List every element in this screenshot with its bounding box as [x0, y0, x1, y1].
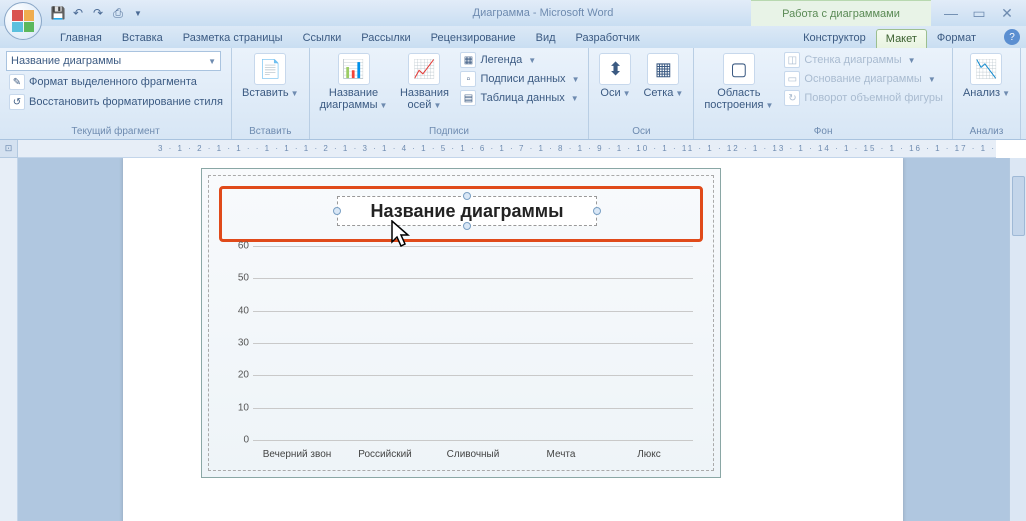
ribbon-tabs: Главная Вставка Разметка страницы Ссылки… — [0, 26, 1026, 48]
legend-icon: ▦ — [460, 52, 476, 68]
x-tick-label: Российский — [350, 449, 420, 460]
chart-element-selector[interactable]: Название диаграммы▼ — [6, 51, 221, 71]
resize-handle[interactable] — [463, 222, 471, 230]
rotate-icon: ↻ — [784, 90, 800, 106]
tab-design[interactable]: Конструктор — [793, 28, 876, 48]
help-icon[interactable]: ? — [1004, 29, 1020, 45]
bars-container — [253, 246, 693, 440]
format-selection-button[interactable]: ✎Формат выделенного фрагмента — [6, 73, 200, 91]
tab-review[interactable]: Рецензирование — [421, 28, 526, 48]
axis-title-icon: 📈 — [408, 53, 440, 85]
tab-references[interactable]: Ссылки — [293, 28, 352, 48]
axes-icon: ⬍ — [599, 53, 631, 85]
ruler-corner[interactable]: ⊡ — [0, 140, 18, 158]
close-button[interactable]: ✕ — [996, 5, 1018, 22]
insert-button[interactable]: 📄Вставить▼ — [238, 51, 303, 101]
page[interactable]: Название диаграммы 0102030405060 Вечерни… — [123, 158, 903, 521]
tab-layout[interactable]: Макет — [876, 29, 927, 48]
wall-icon: ◫ — [784, 52, 800, 68]
chart-title-editbox[interactable]: Название диаграммы — [337, 196, 597, 226]
insert-icon: 📄 — [254, 53, 286, 85]
minimize-button[interactable]: — — [940, 5, 962, 22]
tab-mailings[interactable]: Рассылки — [351, 28, 420, 48]
undo-icon[interactable]: ↶ — [70, 5, 86, 21]
analysis-button[interactable]: 📉Анализ▼ — [959, 51, 1014, 101]
legend-button[interactable]: ▦Легенда▼ — [457, 51, 582, 69]
y-tick: 20 — [238, 370, 249, 381]
y-tick: 0 — [243, 435, 249, 446]
tab-page-layout[interactable]: Разметка страницы — [173, 28, 293, 48]
chart-floor-button[interactable]: ▭Основание диаграммы▼ — [781, 70, 946, 88]
data-labels-icon: ▫ — [460, 71, 476, 87]
office-button[interactable] — [4, 2, 42, 40]
quick-access-toolbar: 💾 ↶ ↷ ⎙ ▼ — [50, 5, 146, 21]
data-labels-button[interactable]: ▫Подписи данных▼ — [457, 70, 582, 88]
group-label-background: Фон — [700, 125, 946, 137]
x-tick-label: Мечта — [526, 449, 596, 460]
grid-icon: ▦ — [647, 53, 679, 85]
qat-more-icon[interactable]: ▼ — [130, 5, 146, 21]
y-tick: 10 — [238, 402, 249, 413]
group-label-current: Текущий фрагмент — [6, 125, 225, 137]
chart-wall-button[interactable]: ◫Стенка диаграммы▼ — [781, 51, 946, 69]
chart-title-icon: 📊 — [338, 53, 370, 85]
resize-handle[interactable] — [593, 207, 601, 215]
horizontal-ruler[interactable]: 3 · 1 · 2 · 1 · 1 · · 1 · 1 · 1 · 2 · 1 … — [18, 140, 996, 158]
floor-icon: ▭ — [784, 71, 800, 87]
y-tick: 30 — [238, 338, 249, 349]
y-axis: 0102030405060 — [221, 246, 249, 440]
gridlines-button[interactable]: ▦Сетка▼ — [639, 51, 687, 101]
scroll-thumb[interactable] — [1012, 176, 1025, 236]
save-icon[interactable]: 💾 — [50, 5, 66, 21]
group-label-insert: Вставить — [238, 125, 303, 137]
x-axis: Вечерний звон Российский Сливочный Мечта Люк… — [253, 449, 693, 460]
maximize-button[interactable]: ▭ — [968, 5, 990, 22]
chart-title-text: Название диаграммы — [371, 201, 564, 222]
reset-icon: ↺ — [9, 94, 25, 110]
group-label-axes: Оси — [595, 125, 687, 137]
data-table-icon: ▤ — [460, 90, 476, 106]
x-tick-label: Сливочный — [438, 449, 508, 460]
tab-insert[interactable]: Вставка — [112, 28, 173, 48]
chart-object[interactable]: Название диаграммы 0102030405060 Вечерни… — [201, 168, 721, 478]
plot-area-button[interactable]: ▢Область построения▼ — [700, 51, 777, 113]
axes-button[interactable]: ⬍Оси▼ — [595, 51, 635, 101]
resize-handle[interactable] — [463, 192, 471, 200]
reset-style-button[interactable]: ↺Восстановить форматирование стиля — [6, 93, 226, 111]
format-icon: ✎ — [9, 74, 25, 90]
plot-area-icon: ▢ — [723, 53, 755, 85]
analysis-icon: 📉 — [970, 53, 1002, 85]
tab-home[interactable]: Главная — [50, 28, 112, 48]
tab-view[interactable]: Вид — [526, 28, 566, 48]
ribbon: Название диаграммы▼ ✎Формат выделенного … — [0, 48, 1026, 140]
document-area: Название диаграммы 0102030405060 Вечерни… — [0, 158, 1026, 521]
contextual-tab-title: Работа с диаграммами — [751, 0, 931, 26]
vertical-scrollbar[interactable] — [1009, 158, 1026, 521]
chart-title-button[interactable]: 📊Название диаграммы▼ — [316, 51, 392, 113]
plot-area[interactable]: 0102030405060 — [253, 246, 693, 440]
data-table-button[interactable]: ▤Таблица данных▼ — [457, 89, 582, 107]
rotate-3d-button[interactable]: ↻Поворот объемной фигуры — [781, 89, 946, 107]
print-icon[interactable]: ⎙ — [110, 5, 126, 21]
y-tick: 40 — [238, 305, 249, 316]
y-tick: 50 — [238, 273, 249, 284]
tab-developer[interactable]: Разработчик — [566, 28, 650, 48]
y-tick: 60 — [238, 241, 249, 252]
axis-titles-button[interactable]: 📈Названия осей▼ — [395, 51, 453, 113]
redo-icon[interactable]: ↷ — [90, 5, 106, 21]
group-label-analysis: Анализ — [959, 125, 1014, 137]
x-tick-label: Вечерний звон — [262, 449, 332, 460]
vertical-ruler[interactable] — [0, 158, 18, 521]
tab-format[interactable]: Формат — [927, 28, 986, 48]
resize-handle[interactable] — [333, 207, 341, 215]
x-tick-label: Люкс — [614, 449, 684, 460]
group-label-labels: Подписи — [316, 125, 583, 137]
